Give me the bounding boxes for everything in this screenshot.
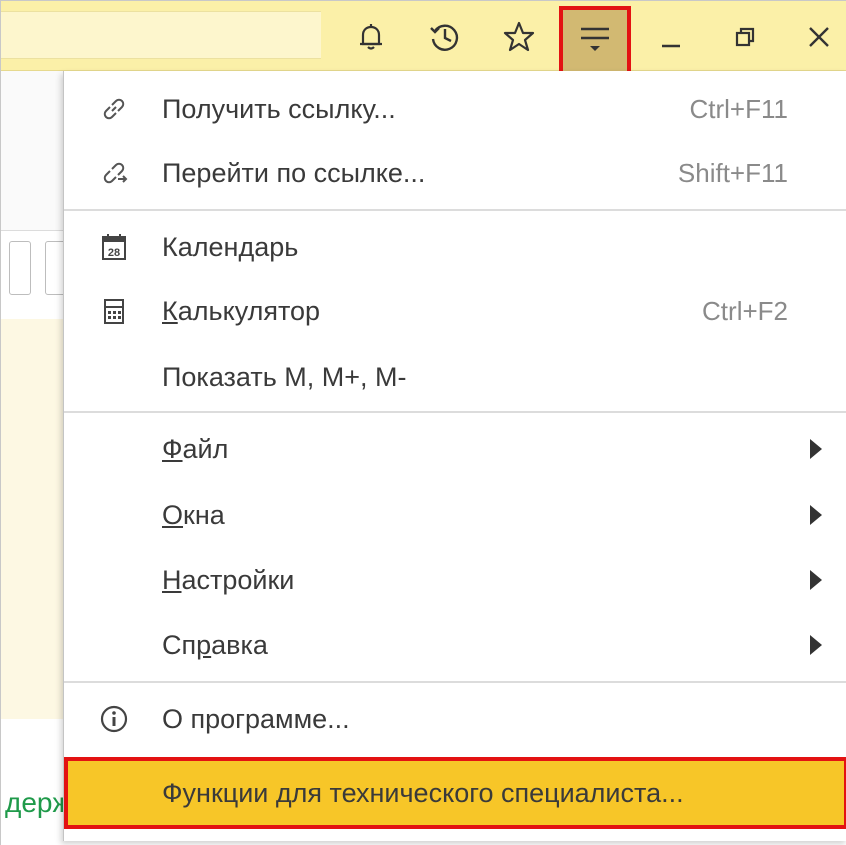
menu-item-get-link[interactable]: Получить ссылку... Ctrl+F11 [64,77,846,141]
svg-text:28: 28 [108,247,120,259]
restore-icon [730,22,760,52]
background-link-text: держ [5,787,71,818]
menu-item-label: Калькулятор [162,295,321,326]
minimize-button[interactable] [645,9,697,65]
background-control [9,241,31,295]
star-icon [501,19,537,55]
menu-item-file[interactable]: Файл [64,417,846,481]
menu-item-label: Настройки [162,564,295,595]
menu-separator [64,681,846,683]
menu-item-shortcut: Ctrl+F2 [702,295,788,326]
restore-button[interactable] [719,9,771,65]
main-menu-popup: Получить ссылку... Ctrl+F11 Перейти по с… [63,71,846,841]
link-go-icon [96,155,132,191]
minimize-icon [656,22,686,52]
close-button[interactable] [793,9,845,65]
menu-item-label: Функции для технического специалиста... [162,777,684,808]
menu-item-calculator[interactable]: Калькулятор Ctrl+F2 [64,279,846,343]
menu-item-label: О программе... [162,703,350,734]
menu-item-label: Календарь [162,231,299,262]
link-icon [96,91,132,127]
main-menu-button[interactable] [559,6,631,76]
menu-item-calendar[interactable]: 28 Календарь [64,215,846,279]
notifications-button[interactable] [345,9,397,65]
submenu-arrow-icon [810,635,822,655]
menu-item-go-to-link[interactable]: Перейти по ссылке... Shift+F11 [64,141,846,205]
menu-item-settings[interactable]: Настройки [64,548,846,612]
menu-item-label: Получить ссылку... [162,93,396,124]
history-button[interactable] [419,9,471,65]
menu-icon [577,21,613,62]
submenu-arrow-icon [810,439,822,459]
history-icon [427,19,463,55]
info-icon [96,701,132,737]
submenu-arrow-icon [810,505,822,525]
menu-item-windows[interactable]: Окна [64,483,846,547]
bell-icon [354,20,388,54]
menu-item-about[interactable]: О программе... [64,687,846,751]
toolbar-search-area [1,11,321,59]
menu-item-label: Окна [162,499,225,530]
menu-item-label: Перейти по ссылке... [162,157,426,188]
menu-item-label: Показать M, M+, M- [162,361,407,392]
close-icon [804,22,834,52]
favorites-button[interactable] [493,9,545,65]
submenu-arrow-icon [810,570,822,590]
menu-item-label: Файл [162,433,229,464]
background-panel [1,71,65,231]
menu-separator [64,411,846,413]
application-window: держ Получить ссылку... Ctrl+F11 Перейти… [0,0,846,845]
background-form-area [1,319,71,719]
menu-item-label: Справка [162,629,268,660]
menu-item-tech-functions[interactable]: Функции для технического специалиста... [64,757,846,829]
menu-item-shortcut: Shift+F11 [677,157,788,188]
menu-item-help[interactable]: Справка [64,613,846,677]
calendar-icon: 28 [96,229,132,265]
top-toolbar [1,1,846,76]
menu-separator [64,209,846,211]
calculator-icon [96,293,132,329]
menu-item-shortcut: Ctrl+F11 [689,93,789,124]
menu-item-show-memory[interactable]: Показать M, M+, M- [64,345,846,409]
